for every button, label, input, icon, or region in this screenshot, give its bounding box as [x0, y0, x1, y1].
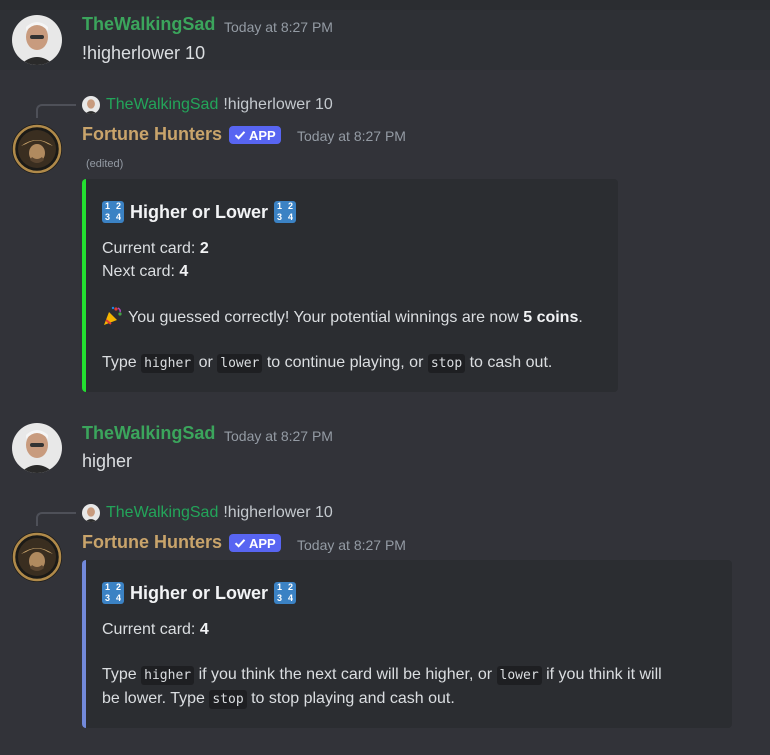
cmd-higher: higher — [141, 354, 195, 373]
reply-preview[interactable]: TheWalkingSad !higherlower 10 — [82, 95, 333, 115]
reply-avatar — [82, 504, 100, 522]
result-line: You guessed correctly! Your potential wi… — [102, 305, 602, 329]
embed-card: 1234 Higher or Lower 1234 Current card: … — [82, 560, 732, 728]
checkmark-icon — [234, 131, 246, 140]
user-avatar[interactable] — [12, 15, 62, 65]
numbers-icon: 1234 — [274, 201, 297, 223]
next-card-line: Next card: 4 — [102, 263, 189, 280]
timestamp: Today at 8:27 PM — [297, 128, 406, 144]
message-content: !higherlower 10 — [82, 43, 206, 63]
party-popper-icon — [104, 306, 122, 325]
current-card-value: 4 — [199, 621, 209, 638]
reply-connector — [36, 104, 76, 118]
cmd-higher: higher — [141, 666, 195, 685]
app-badge: APP — [229, 534, 281, 552]
timestamp: Today at 8:27 PM — [224, 428, 333, 444]
numbers-icon: 1234 — [102, 201, 124, 223]
reply-preview[interactable]: TheWalkingSad !higherlower 10 — [82, 503, 333, 523]
author-name[interactable]: TheWalkingSad — [82, 423, 215, 444]
edited-label: (edited) — [86, 158, 124, 170]
reply-author: TheWalkingSad — [106, 96, 219, 113]
instructions-line-2: be lower. Type stop to stop playing and … — [102, 690, 455, 709]
author-name[interactable]: Fortune Hunters — [82, 532, 222, 553]
author-name[interactable]: Fortune Hunters — [82, 124, 222, 145]
winnings-amount: 5 coins — [523, 309, 579, 326]
cmd-stop: stop — [209, 690, 247, 709]
message-content: higher — [82, 451, 133, 471]
embed-accent-bar — [82, 179, 86, 392]
badge-label: APP — [249, 127, 276, 143]
embed-title: 1234 Higher or Lower 1234 — [102, 201, 602, 223]
cmd-lower: lower — [217, 354, 263, 373]
reply-author: TheWalkingSad — [106, 504, 219, 521]
current-card-value: 2 — [199, 240, 209, 257]
instructions-line: Type higher or lower to continue playing… — [102, 354, 553, 373]
reply-connector — [36, 512, 76, 526]
numbers-icon: 1234 — [274, 582, 297, 604]
embed-accent-bar — [82, 560, 86, 728]
author-name[interactable]: TheWalkingSad — [82, 14, 215, 35]
instructions-line: Type higher if you think the next card w… — [102, 666, 662, 685]
embed-card: 1234 Higher or Lower 1234 Current card: … — [82, 179, 618, 392]
timestamp: Today at 8:27 PM — [224, 19, 333, 35]
timestamp: Today at 8:27 PM — [297, 537, 406, 553]
reply-avatar — [82, 96, 100, 114]
bot-avatar[interactable] — [12, 532, 62, 582]
embed-title-text: Higher or Lower — [130, 201, 269, 222]
reply-text: !higherlower 10 — [223, 504, 333, 521]
checkmark-icon — [234, 539, 246, 548]
reply-text: !higherlower 10 — [223, 96, 333, 113]
app-badge: APP — [229, 126, 281, 144]
next-card-value: 4 — [179, 263, 189, 280]
badge-label: APP — [249, 535, 276, 551]
embed-title: 1234 Higher or Lower 1234 — [102, 582, 716, 604]
numbers-icon: 1234 — [102, 582, 124, 604]
embed-title-text: Higher or Lower — [130, 582, 269, 603]
user-avatar[interactable] — [12, 423, 62, 473]
current-card-line: Current card: 4 — [102, 621, 209, 638]
top-bar — [0, 0, 770, 10]
current-card-line: Current card: 2 — [102, 240, 209, 257]
cmd-stop: stop — [427, 354, 466, 373]
cmd-lower: lower — [496, 666, 542, 685]
bot-avatar[interactable] — [12, 124, 62, 174]
